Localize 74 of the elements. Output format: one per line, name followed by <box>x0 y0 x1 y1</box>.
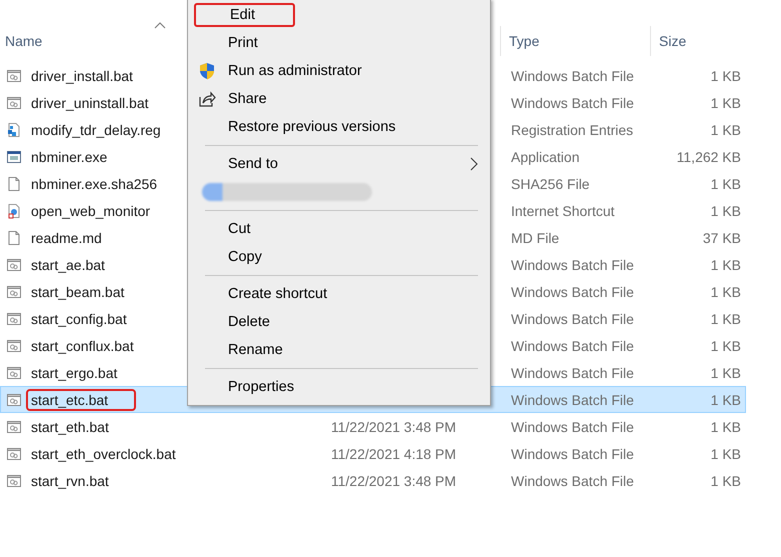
file-size: 1 KB <box>710 284 741 300</box>
file-size: 1 KB <box>710 176 741 192</box>
date-modified: 11/22/2021 4:18 PM <box>331 446 456 462</box>
file-name: start_beam.bat <box>30 282 126 302</box>
menu-item[interactable]: Create shortcut <box>188 280 490 308</box>
file-name: start_ergo.bat <box>30 364 118 382</box>
file-name: start_conflux.bat <box>30 336 135 356</box>
file-type: Windows Batch File <box>511 68 634 84</box>
menu-item[interactable]: Run as administrator <box>188 57 490 85</box>
document-icon <box>6 176 22 192</box>
file-name: nbminer.exe.sha256 <box>30 174 158 194</box>
web-shortcut-icon <box>6 202 22 218</box>
file-name: start_rvn.bat <box>30 472 110 490</box>
file-size: 1 KB <box>710 364 741 380</box>
registry-file-icon <box>6 122 22 138</box>
file-type: Internet Shortcut <box>511 202 615 218</box>
file-type: Registration Entries <box>511 122 634 138</box>
menu-item[interactable]: Edit <box>188 1 490 29</box>
column-header[interactable]: Name <box>5 33 42 49</box>
menu-item[interactable]: Cut <box>188 215 490 243</box>
file-size: 1 KB <box>710 122 741 138</box>
file-name: start_eth.bat <box>30 418 110 436</box>
file-type: Windows Batch File <box>511 256 634 272</box>
file-name: start_eth_overclock.bat <box>30 444 177 464</box>
file-size: 1 KB <box>710 310 741 326</box>
date-modified: 11/22/2021 3:48 PM <box>331 472 456 488</box>
file-type: MD File <box>511 230 560 246</box>
file-size: 1 KB <box>710 68 741 84</box>
file-size: 37 KB <box>702 230 741 246</box>
share-icon <box>198 90 216 108</box>
menu-item[interactable]: Restore previous versions <box>188 113 490 141</box>
file-size: 1 KB <box>710 446 741 462</box>
file-type: Windows Batch File <box>511 392 634 408</box>
file-name: nbminer.exe <box>30 148 108 166</box>
menu-item[interactable]: Share <box>188 85 490 113</box>
file-size: 1 KB <box>710 472 741 488</box>
file-size: 1 KB <box>710 94 741 110</box>
file-size: 1 KB <box>710 392 741 408</box>
menu-item[interactable]: Delete <box>188 308 490 336</box>
file-type: Windows Batch File <box>511 364 634 380</box>
file-type: Windows Batch File <box>511 338 634 354</box>
menu-item[interactable]: Properties <box>188 373 490 401</box>
file-type: Windows Batch File <box>511 418 634 434</box>
file-size: 1 KB <box>710 256 741 272</box>
file-name: driver_uninstall.bat <box>30 94 150 112</box>
file-size: 1 KB <box>710 202 741 218</box>
file-name: start_etc.bat <box>26 388 136 410</box>
file-name: modify_tdr_delay.reg <box>30 120 162 140</box>
file-type: Windows Batch File <box>511 310 634 326</box>
menu-item[interactable]: Rename <box>188 336 490 364</box>
file-type: Windows Batch File <box>511 284 634 300</box>
file-name: start_config.bat <box>30 310 128 328</box>
file-type: Windows Batch File <box>511 472 634 488</box>
menu-item[interactable]: Print <box>188 29 490 57</box>
shield-icon <box>198 62 216 80</box>
file-name: start_ae.bat <box>30 256 106 274</box>
date-modified: 11/22/2021 3:48 PM <box>331 418 456 434</box>
file-name: driver_install.bat <box>30 66 134 86</box>
file-type: SHA256 File <box>511 176 590 192</box>
menu-item[interactable]: Copy <box>188 243 490 271</box>
file-name: open_web_monitor <box>30 202 152 220</box>
column-header[interactable]: Type <box>509 33 540 49</box>
application-icon <box>6 148 22 164</box>
file-name: readme.md <box>30 228 103 248</box>
file-type: Windows Batch File <box>511 446 634 462</box>
file-size: 11,262 KB <box>676 148 741 164</box>
file-type: Windows Batch File <box>511 94 634 110</box>
file-size: 1 KB <box>710 338 741 354</box>
file-type: Application <box>511 148 580 164</box>
menu-item[interactable]: Send to <box>188 150 490 178</box>
document-icon <box>6 230 22 246</box>
blurred-menu-item[interactable] <box>202 183 372 201</box>
column-header[interactable]: Size <box>659 33 686 49</box>
file-size: 1 KB <box>710 418 741 434</box>
